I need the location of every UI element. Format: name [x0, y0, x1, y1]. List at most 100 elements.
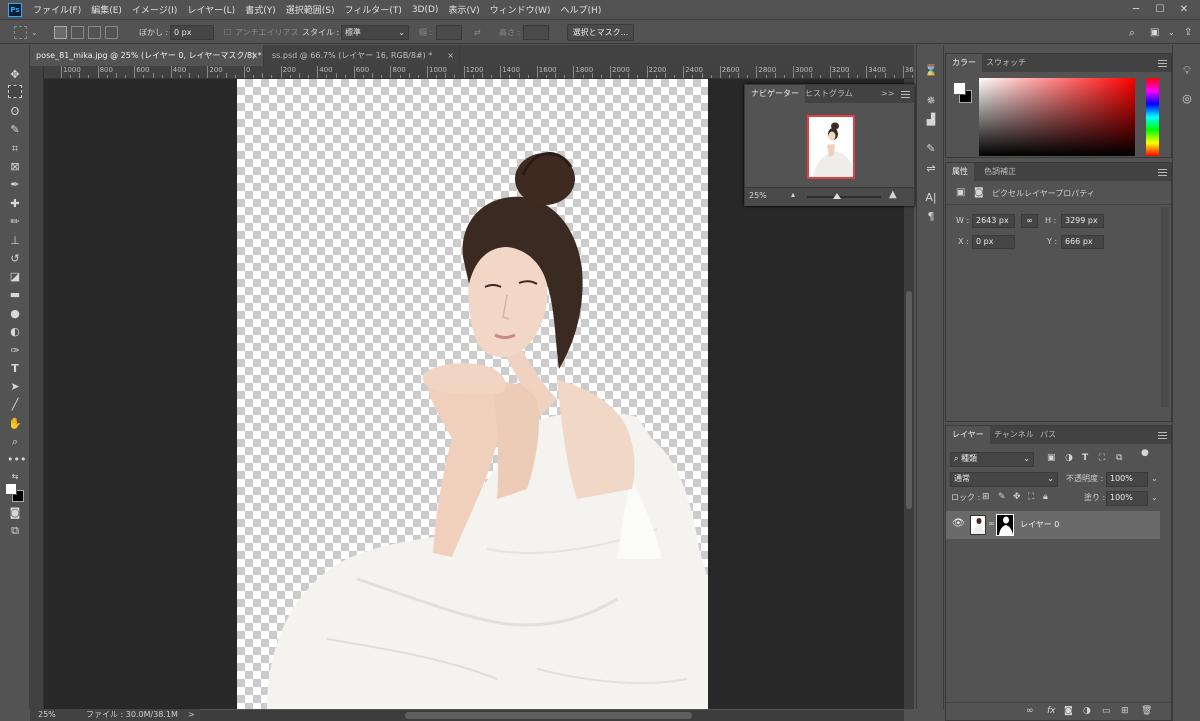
scroll-thumb[interactable] [906, 291, 912, 509]
menu-filter[interactable]: フィルター(T) [339, 3, 406, 16]
new-layer-icon[interactable]: ⊞ [1121, 706, 1129, 716]
scroll-thumb[interactable] [405, 712, 692, 719]
chevron-down-icon[interactable]: ⌄ [1151, 472, 1158, 486]
chevron-down-icon[interactable]: ⌄ [1151, 491, 1158, 505]
quick-select-tool-icon[interactable]: ✎ [7, 122, 23, 137]
swap-icon[interactable]: ⇄ [474, 25, 481, 40]
learn-lightbulb-icon[interactable]: 💡︎ [1179, 63, 1195, 79]
filter-shape-icon[interactable]: ⛶ [1099, 453, 1105, 463]
layer-mask-thumbnail[interactable] [996, 514, 1014, 536]
zoom-in-icon[interactable]: ▲ [889, 189, 897, 200]
add-mask-icon[interactable]: ◙ [1064, 706, 1073, 716]
link-layers-icon[interactable]: ∞ [1026, 706, 1034, 716]
height-input[interactable] [523, 25, 549, 40]
document-canvas[interactable] [237, 79, 708, 709]
marquee-tool-icon[interactable] [8, 85, 22, 98]
chevron-down-icon[interactable]: ⌄ [31, 25, 38, 40]
menu-select[interactable]: 選択範囲(S) [281, 3, 340, 16]
maximize-button[interactable]: ☐ [1150, 2, 1170, 18]
close-icon[interactable]: × [251, 45, 258, 66]
menu-window[interactable]: ウィンドウ(W) [485, 3, 556, 16]
paragraph-panel-icon[interactable]: ¶ [923, 209, 939, 225]
brush-tool-icon[interactable]: ✏ [7, 214, 23, 229]
tab-color[interactable]: カラー [946, 54, 982, 72]
layer-name[interactable]: レイヤー 0 [1020, 518, 1059, 532]
visibility-eye-icon[interactable]: 👁︎ [952, 518, 965, 529]
menu-file[interactable]: ファイル(F) [28, 3, 86, 16]
navigator-thumbnail[interactable] [807, 115, 855, 179]
zoom-level[interactable]: 25% [38, 709, 56, 721]
fx-icon[interactable]: fx [1047, 706, 1056, 716]
gradient-tool-icon[interactable]: ▬ [7, 287, 23, 302]
more-tools-icon[interactable]: ••• [7, 452, 26, 467]
new-selection-icon[interactable] [54, 26, 67, 39]
panel-menu-icon[interactable] [1158, 169, 1167, 176]
tab-adjustments[interactable]: 色調補正 [978, 163, 1022, 181]
workspace-icon[interactable]: ▣ [1150, 25, 1159, 40]
trash-icon[interactable]: 🗑︎ [1141, 706, 1152, 716]
panel-menu-icon[interactable] [1158, 60, 1167, 67]
feather-input[interactable]: 0 px [170, 25, 214, 40]
width-field[interactable]: 2643 px [972, 214, 1015, 228]
panel-menu-icon[interactable] [901, 91, 910, 98]
layer-filter-select[interactable]: ⌕ 種類 ⌄ [950, 452, 1034, 467]
lasso-tool-icon[interactable]: ʘ [7, 104, 23, 119]
frame-tool-icon[interactable]: ⊠ [7, 159, 23, 174]
eyedropper-tool-icon[interactable]: ✒ [7, 177, 23, 192]
layer-row[interactable]: 👁︎ ∞ レイヤー 0 [946, 511, 1160, 539]
height-field[interactable]: 3299 px [1061, 214, 1104, 228]
menu-image[interactable]: イメージ(I) [127, 3, 183, 16]
filter-pixel-icon[interactable]: ▣ [1047, 453, 1056, 463]
tab-paths[interactable]: パス [1034, 426, 1062, 444]
navigator-panel-icon[interactable]: ✵ [923, 93, 939, 109]
tab-layers[interactable]: レイヤー [946, 426, 990, 444]
zoom-slider-handle[interactable] [833, 193, 841, 199]
menu-edit[interactable]: 編集(E) [86, 3, 127, 16]
horizontal-scrollbar[interactable] [200, 710, 904, 721]
filter-toggle-icon[interactable]: ● [1141, 448, 1149, 458]
history-brush-tool-icon[interactable]: ↺ [7, 251, 23, 266]
marquee-tool-preset-icon[interactable] [14, 26, 27, 39]
tab-pose-81-mika[interactable]: pose_81_mika.jpg @ 25% (レイヤー 0, レイヤーマスク/… [30, 45, 264, 66]
pen-tool-icon[interactable]: ✑ [7, 343, 23, 358]
tab-histogram[interactable]: ヒストグラム [799, 85, 859, 103]
eraser-tool-icon[interactable]: ◪ [7, 269, 23, 284]
lock-transparent-icon[interactable]: ⊞ [982, 492, 990, 502]
filter-adjustment-icon[interactable]: ◑ [1065, 453, 1073, 463]
lock-artboard-icon[interactable]: ⛶ [1028, 492, 1034, 502]
status-menu-arrow[interactable]: > [188, 709, 195, 721]
type-tool-icon[interactable]: T [7, 361, 23, 376]
minimize-button[interactable]: ─ [1126, 2, 1146, 18]
history-panel-icon[interactable]: ⌛ [923, 63, 939, 79]
add-selection-icon[interactable] [71, 26, 84, 39]
close-icon[interactable]: × [447, 45, 454, 66]
tab-properties[interactable]: 属性 [946, 163, 974, 181]
screen-mode-icon[interactable]: ⧉ [7, 523, 23, 538]
opacity-field[interactable]: 100% [1106, 472, 1148, 487]
lock-image-icon[interactable]: ✎ [998, 492, 1006, 502]
intersect-selection-icon[interactable] [105, 26, 118, 39]
foreground-color-swatch[interactable] [5, 483, 17, 495]
zoom-tool-icon[interactable]: ⌕ [7, 434, 23, 449]
tab-swatches[interactable]: スウォッチ [980, 54, 1032, 72]
menu-type[interactable]: 書式(Y) [240, 3, 281, 16]
link-icon[interactable]: ∞ [1021, 214, 1038, 228]
histogram-panel-icon[interactable]: ▟ [923, 112, 939, 128]
link-icon[interactable]: ∞ [988, 519, 995, 528]
hue-slider[interactable] [1146, 78, 1159, 156]
clone-stamp-tool-icon[interactable]: ⊥ [7, 233, 23, 248]
healing-brush-tool-icon[interactable]: ✚ [7, 196, 23, 211]
share-icon[interactable]: ⇪ [1184, 25, 1192, 40]
tab-navigator[interactable]: ナビゲーター [745, 85, 805, 103]
blur-tool-icon[interactable]: ● [7, 306, 23, 321]
menu-layer[interactable]: レイヤー(L) [182, 3, 240, 16]
lock-position-icon[interactable]: ✥ [1013, 492, 1021, 502]
libraries-icon[interactable]: ◎ [1179, 91, 1195, 107]
line-tool-icon[interactable]: ╱ [7, 397, 23, 412]
menu-3d[interactable]: 3D(D) [407, 5, 444, 15]
menu-view[interactable]: 表示(V) [443, 3, 484, 16]
properties-scrollbar[interactable] [1161, 207, 1169, 407]
hand-tool-icon[interactable]: ✋ [7, 416, 23, 431]
chevron-down-icon[interactable]: ⌄ [1168, 25, 1175, 40]
menu-help[interactable]: ヘルプ(H) [556, 3, 607, 16]
